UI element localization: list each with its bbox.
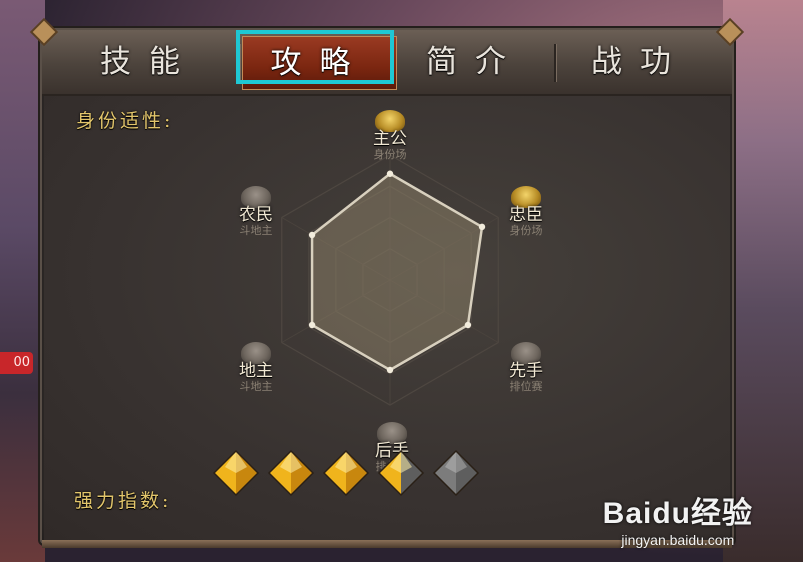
power-diamonds [212,449,480,497]
power-diamond-icon [212,449,260,497]
background-right [723,0,803,562]
tab-merits[interactable]: 战功 [560,36,720,88]
background-left [0,0,45,562]
radar-point [464,321,472,329]
baidu-logo: Baidu经验 [602,497,753,530]
power-diamond-icon [432,449,480,497]
power-index-label: 强力指数: [74,490,172,512]
power-diamond-icon [267,449,315,497]
radar-value-shape [310,172,484,372]
tab-highlight-box [236,30,394,84]
node-peasant: 农民 斗地主 [216,186,296,238]
radar-point [308,231,316,239]
radar-point [386,366,394,374]
watermark-site: jingyan.baidu.com [621,532,735,548]
radar-point [308,321,316,329]
power-diamond-icon [377,449,425,497]
radar-point [386,170,394,177]
node-loyalist: 忠臣 身份场 [486,186,566,238]
tab-divider [554,44,556,82]
power-diamond-icon [322,449,370,497]
node-lord: 主公 身份场 [350,110,430,162]
tab-skills[interactable]: 技能 [64,36,234,88]
node-first-hand: 先手 排位赛 [486,342,566,394]
watermark: Baidu经验 jingyan.baidu.com [603,488,753,548]
side-badge: 00 [0,352,33,374]
radar-point [478,223,486,231]
tab-intro[interactable]: 简介 [400,36,550,88]
node-landlord: 地主 斗地主 [216,342,296,394]
